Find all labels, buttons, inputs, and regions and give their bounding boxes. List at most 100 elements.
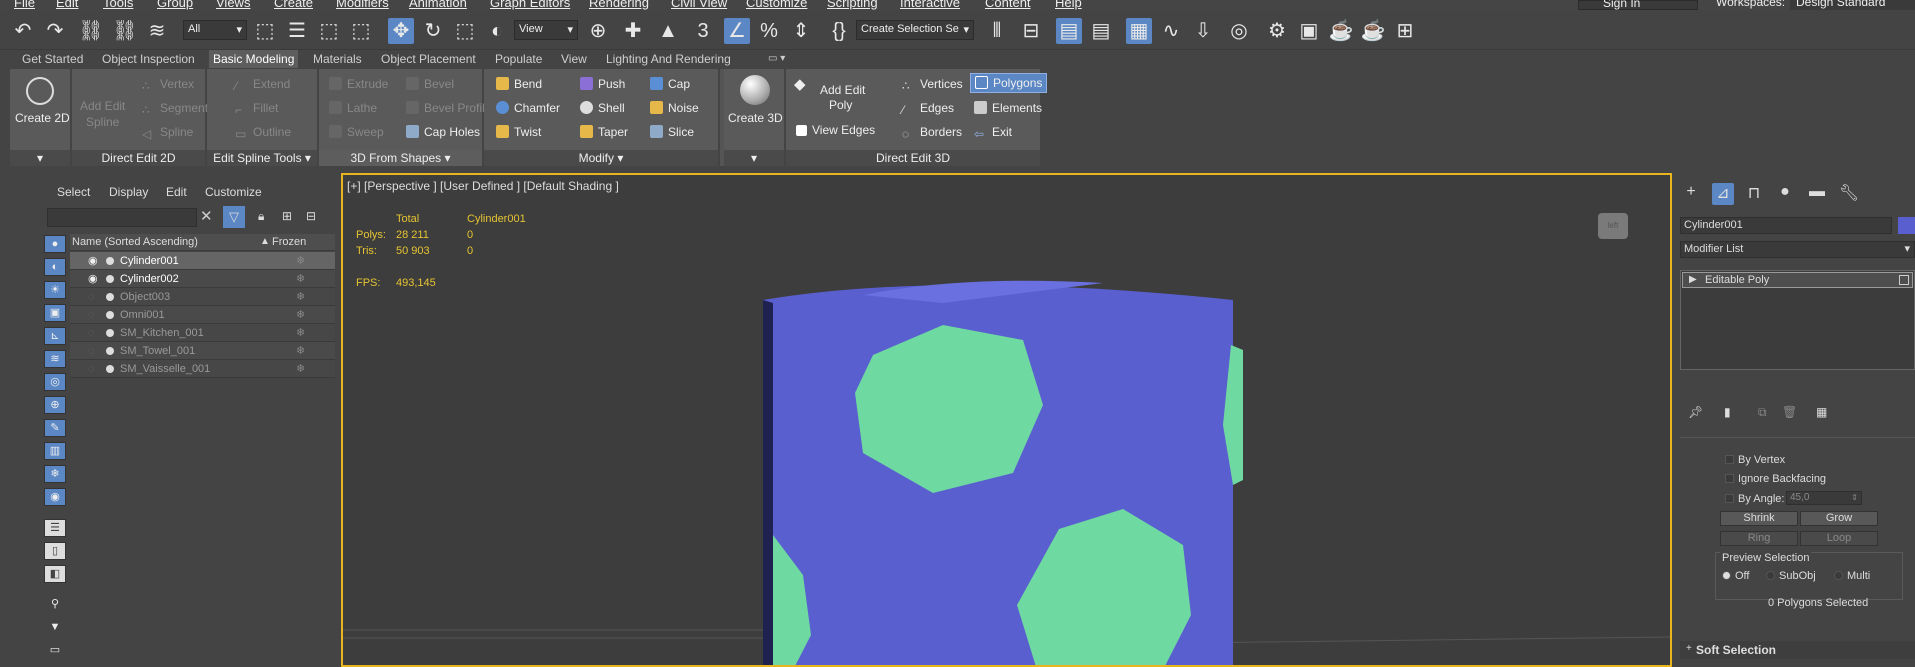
display-frozen-icon[interactable]: ❄ <box>44 465 66 483</box>
borders-button[interactable]: ◌ Borders <box>902 125 962 141</box>
table-row[interactable]: ◌ SM_Towel_001 ❄ <box>70 342 335 360</box>
tab-get-started[interactable]: Get Started <box>18 50 87 68</box>
lathe-button[interactable]: Lathe <box>329 101 377 115</box>
table-row[interactable]: ◌ Omni001 ❄ <box>70 306 335 324</box>
preview-off-radio[interactable]: Off <box>1722 570 1749 582</box>
menu-customize[interactable]: Customize <box>746 0 807 10</box>
vertex-button[interactable]: ∴ Vertex <box>142 77 194 93</box>
create-2d-label[interactable]: Create 2D <box>15 111 70 125</box>
tab-lighting-rendering[interactable]: Lighting And Rendering <box>602 50 735 68</box>
display-lights-icon[interactable]: ☀ <box>44 281 66 299</box>
filter-folder-icon[interactable]: ▭ <box>44 642 66 660</box>
object-name-field[interactable]: Cylinder001 <box>1680 217 1892 234</box>
rectangle-selection-icon[interactable]: ⬚ <box>316 18 342 44</box>
sign-in-dropdown[interactable]: Sign In <box>1578 0 1698 10</box>
move-icon[interactable]: ✥ <box>388 18 414 44</box>
options-icon[interactable]: ⊟ <box>306 209 316 223</box>
exit-button[interactable]: ⇦ Exit <box>974 125 1012 141</box>
reference-coord-select[interactable]: View ▾ <box>514 20 578 40</box>
render-production-icon[interactable]: ☕ <box>1328 18 1354 44</box>
edit-spline-tools-footer[interactable]: Edit Spline Tools ▾ <box>207 150 317 166</box>
motion-tab-icon[interactable]: ● <box>1774 183 1796 205</box>
ribbon-options-icon[interactable]: ▭ ▾ <box>764 50 789 68</box>
tab-materials[interactable]: Materials <box>309 50 366 68</box>
scene-explorer-toggle-icon[interactable]: ▤ <box>1056 18 1082 44</box>
remove-modifier-icon[interactable]: 🗑︎ <box>1782 405 1797 419</box>
align-icon[interactable]: ⊟ <box>1018 18 1044 44</box>
visibility-hidden-icon[interactable]: ◌ <box>88 324 95 342</box>
scene-menu-customize[interactable]: Customize <box>205 185 262 199</box>
ignore-backfacing-checkbox[interactable]: Ignore Backfacing <box>1725 473 1826 485</box>
redo-icon[interactable]: ↷ <box>42 18 68 44</box>
object-color-swatch[interactable] <box>1898 217 1915 234</box>
menu-create[interactable]: Create <box>274 0 313 10</box>
tab-object-inspection[interactable]: Object Inspection <box>98 50 199 68</box>
undo-icon[interactable]: ↶ <box>10 18 36 44</box>
visibility-hidden-icon[interactable]: ◌ <box>88 360 95 378</box>
scale-icon[interactable]: ⬚ <box>452 18 478 44</box>
menu-scripting[interactable]: Scripting <box>827 0 878 10</box>
preview-multi-radio[interactable]: Multi <box>1834 570 1870 582</box>
cap-button[interactable]: Cap <box>650 77 690 91</box>
menu-file[interactable]: File <box>14 0 35 10</box>
render-dot-icon[interactable] <box>106 347 114 355</box>
filter-selection-icon[interactable]: ⚲ <box>44 596 66 614</box>
ribbon-toggle-icon[interactable]: ▦ <box>1126 18 1152 44</box>
percent-snap-icon[interactable]: % <box>756 18 782 44</box>
mirror-icon[interactable]: ⫴ <box>984 18 1010 44</box>
select-object-icon[interactable]: ⬚ <box>252 18 278 44</box>
table-row[interactable]: ◌ Object003 ❄ <box>70 288 335 306</box>
pivot-center-icon[interactable]: ⊕ <box>585 18 611 44</box>
3d-from-shapes-footer[interactable]: 3D From Shapes ▾ <box>319 150 482 166</box>
visibility-eye-icon[interactable]: ◉ <box>88 252 98 270</box>
menu-interactive[interactable]: Interactive <box>900 0 960 10</box>
named-selection-select[interactable]: Create Selection Se ▾ <box>856 20 974 40</box>
layer-explorer-icon[interactable]: ▤ <box>1088 18 1114 44</box>
visibility-hidden-icon[interactable]: ◌ <box>88 342 95 360</box>
polygons-button[interactable]: Polygons <box>970 73 1048 93</box>
taper-button[interactable]: Taper <box>580 125 628 139</box>
utilities-tab-icon[interactable]: 🔧︎ <box>1838 183 1860 205</box>
spline-button[interactable]: ◁ Spline <box>142 125 193 141</box>
render-dot-icon[interactable] <box>106 275 114 283</box>
add-edit-spline-label-1[interactable]: Add Edit <box>80 99 125 113</box>
display-none-icon[interactable]: ▯ <box>44 542 66 560</box>
extrude-button[interactable]: Extrude <box>329 77 388 91</box>
extend-button[interactable]: ⁄ Extend <box>235 77 290 93</box>
a360-gallery-icon[interactable]: ⊞ <box>1392 18 1418 44</box>
placement-icon[interactable]: ◐ <box>484 18 510 44</box>
scene-search-input[interactable] <box>47 208 197 227</box>
modify-tab-icon[interactable]: ⊿ <box>1712 183 1734 205</box>
display-xrefs-icon[interactable]: ⊕ <box>44 396 66 414</box>
menu-help[interactable]: Help <box>1055 0 1082 10</box>
chamfer-button[interactable]: Chamfer <box>496 101 560 115</box>
modifier-list-select[interactable]: Modifier List ▾ <box>1680 241 1915 258</box>
bend-button[interactable]: Bend <box>496 77 542 91</box>
add-edit-poly-icon[interactable]: ◆ <box>794 75 806 93</box>
display-bones-icon[interactable]: ✎ <box>44 419 66 437</box>
expand-icon[interactable]: ▶ <box>1689 274 1697 285</box>
add-edit-poly-label-1[interactable]: Add Edit <box>820 83 865 97</box>
frozen-snowflake-icon[interactable]: ❄ <box>296 252 305 270</box>
table-row[interactable]: ◉ Cylinder001 ❄ <box>70 252 335 270</box>
window-crossing-icon[interactable]: ⬚ <box>348 18 374 44</box>
scene-menu-display[interactable]: Display <box>109 185 148 199</box>
scene-menu-edit[interactable]: Edit <box>166 185 187 199</box>
filter-icon[interactable]: ▽ <box>223 206 245 228</box>
menu-group[interactable]: Group <box>157 0 193 10</box>
frozen-snowflake-icon[interactable]: ❄ <box>296 324 305 342</box>
display-hidden-icon[interactable]: ◉ <box>44 488 66 506</box>
link-icon[interactable]: ⛓ <box>78 18 104 44</box>
hierarchy-tab-icon[interactable]: ⊓ <box>1743 183 1765 205</box>
unlink-icon[interactable]: ⛓ <box>112 18 138 44</box>
create-tab-icon[interactable]: + <box>1680 183 1702 205</box>
frozen-snowflake-icon[interactable]: ❄ <box>296 288 305 306</box>
configure-sets-icon[interactable]: ▦ <box>1816 405 1827 419</box>
select-by-name-icon[interactable]: ☰ <box>284 18 310 44</box>
soft-selection-rollout[interactable]: + Soft Selection <box>1680 641 1915 659</box>
table-row[interactable]: ◉ Cylinder002 ❄ <box>70 270 335 288</box>
visibility-hidden-icon[interactable]: ◌ <box>88 306 95 324</box>
pin-stack-icon[interactable]: 📌︎ <box>1688 405 1703 419</box>
create-2d-footer[interactable]: ▾ <box>10 150 70 166</box>
tab-populate[interactable]: Populate <box>491 50 546 68</box>
